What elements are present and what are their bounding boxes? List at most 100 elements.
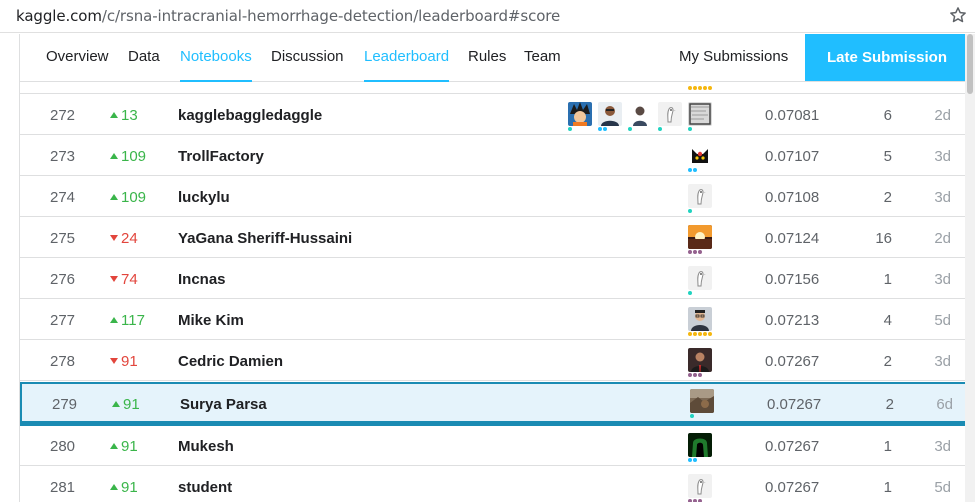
man-portrait-avatar[interactable]: [598, 102, 622, 126]
tab-rules[interactable]: Rules: [468, 48, 506, 65]
tier-dots: [658, 127, 663, 131]
table-row[interactable]: 274 109 luckylu 0.07108 2 3d: [20, 177, 970, 217]
cat-avatar[interactable]: [688, 143, 712, 167]
last-submission-cell: 5d: [934, 312, 951, 329]
entries-cell: 16: [875, 230, 892, 247]
hacker-avatar[interactable]: [688, 433, 712, 457]
rank-change-cell: 13: [110, 107, 160, 124]
tier-dots: [688, 209, 693, 213]
tab-team[interactable]: Team: [524, 48, 561, 65]
landscape-avatar[interactable]: [690, 389, 714, 413]
table-row[interactable]: 281 91 student 0.07267 1 5d: [20, 467, 970, 502]
last-submission-cell: 3d: [934, 353, 951, 370]
team-name-link[interactable]: Cedric Damien: [178, 353, 283, 370]
rank-cell: 275: [50, 230, 76, 247]
sunset-avatar[interactable]: [688, 225, 712, 249]
arrow-up-icon: [110, 443, 118, 449]
rank-cell: 274: [50, 189, 76, 206]
late-submission-button[interactable]: Late Submission: [805, 34, 969, 81]
table-row[interactable]: 273 109 TrollFactory 0.07107 5 3d: [20, 136, 970, 176]
tier-dots: [690, 414, 695, 418]
entries-cell: 2: [885, 396, 894, 413]
scrollbar-thumb[interactable]: [967, 34, 973, 94]
tab-leaderboard[interactable]: Leaderboard: [364, 48, 450, 82]
star-outline-icon[interactable]: [948, 5, 968, 25]
score-cell: 0.07124: [765, 230, 820, 247]
tier-dots: [688, 332, 713, 336]
man-glasses-avatar[interactable]: [688, 307, 712, 331]
url-text[interactable]: kaggle.com/c/rsna-intracranial-hemorrhag…: [16, 7, 560, 25]
rank-cell: 273: [50, 148, 76, 165]
table-row[interactable]: 278 91 Cedric Damien 0.07267 2 3d: [20, 341, 970, 381]
team-name-link[interactable]: YaGana Sheriff-Hussaini: [178, 230, 352, 247]
tier-dots: [688, 86, 713, 90]
competition-tab-bar: Overview Data Notebooks Discussion Leade…: [20, 34, 975, 82]
rank-cell: 279: [52, 396, 78, 413]
rank-change-value: 91: [121, 353, 138, 370]
rank-change-value: 117: [121, 312, 145, 329]
team-name-link[interactable]: Surya Parsa: [180, 396, 267, 413]
table-row[interactable]: 277 117 Mike Kim 0.07213 4 5d: [20, 300, 970, 340]
entries-cell: 1: [883, 271, 892, 288]
default-goose-avatar[interactable]: [688, 184, 712, 208]
rank-cell: 278: [50, 353, 76, 370]
table-row-current-user[interactable]: 279 91 Surya Parsa 0.07267 2 6d: [20, 382, 970, 426]
last-submission-cell: 3d: [934, 271, 951, 288]
entries-cell: 2: [883, 189, 892, 206]
rank-cell: 276: [50, 271, 76, 288]
team-name-link[interactable]: kagglebaggledaggle: [178, 107, 322, 124]
man-dark-avatar[interactable]: [628, 102, 652, 126]
entries-cell: 1: [883, 438, 892, 455]
last-submission-cell: 2d: [934, 107, 951, 124]
tab-data[interactable]: Data: [128, 48, 160, 65]
score-cell: 0.07156: [765, 271, 820, 288]
tier-dots: [688, 127, 693, 131]
default-goose-avatar[interactable]: [658, 102, 682, 126]
entries-cell: 6: [883, 107, 892, 124]
left-gutter: [0, 34, 20, 502]
rank-change-value: 13: [121, 107, 138, 124]
arrow-up-icon: [110, 317, 118, 323]
tab-overview[interactable]: Overview: [46, 48, 109, 65]
rank-change-cell: 24: [110, 230, 160, 247]
tier-dots: [598, 127, 608, 131]
tier-dots: [688, 291, 693, 295]
team-name-link[interactable]: student: [178, 479, 232, 496]
rank-change-value: 109: [121, 189, 147, 206]
table-row-partial: [20, 82, 970, 94]
arrow-up-icon: [112, 401, 120, 407]
page-scrollbar[interactable]: [965, 34, 975, 502]
arrow-down-icon: [110, 358, 118, 364]
table-row[interactable]: 280 91 Mukesh 0.07267 1 3d: [20, 426, 970, 466]
sketch-avatar[interactable]: [688, 102, 712, 126]
tab-notebooks[interactable]: Notebooks: [180, 48, 252, 82]
team-name-link[interactable]: luckylu: [178, 189, 230, 206]
goku-avatar[interactable]: [568, 102, 592, 126]
arrow-up-icon: [110, 194, 118, 200]
arrow-up-icon: [110, 153, 118, 159]
tab-discussion[interactable]: Discussion: [271, 48, 344, 65]
team-name-link[interactable]: Mike Kim: [178, 312, 244, 329]
team-name-link[interactable]: TrollFactory: [178, 148, 264, 165]
table-row[interactable]: 276 74 Incnas 0.07156 1 3d: [20, 259, 970, 299]
default-goose-avatar[interactable]: [688, 266, 712, 290]
entries-cell: 1: [883, 479, 892, 496]
man-suit-avatar[interactable]: [688, 348, 712, 372]
tier-dots: [688, 250, 703, 254]
team-name-link[interactable]: Mukesh: [178, 438, 234, 455]
default-goose-avatar[interactable]: [688, 474, 712, 498]
team-name-link[interactable]: Incnas: [178, 271, 226, 288]
rank-change-cell: 109: [110, 189, 160, 206]
rank-change-value: 91: [123, 396, 140, 413]
table-row[interactable]: 275 24 YaGana Sheriff-Hussaini 0.07124 16 2d: [20, 218, 970, 258]
rank-change-cell: 91: [110, 438, 160, 455]
rank-change-cell: 117: [110, 312, 160, 329]
rank-change-cell: 91: [110, 353, 160, 370]
tier-dots: [568, 127, 573, 131]
score-cell: 0.07107: [765, 148, 820, 165]
arrow-up-icon: [110, 484, 118, 490]
browser-address-bar[interactable]: kaggle.com/c/rsna-intracranial-hemorrhag…: [0, 0, 975, 33]
score-cell: 0.07108: [765, 189, 820, 206]
table-row[interactable]: 272 13 kagglebaggledaggle 0.07081 6 2d: [20, 95, 970, 135]
my-submissions-link[interactable]: My Submissions: [679, 48, 788, 65]
